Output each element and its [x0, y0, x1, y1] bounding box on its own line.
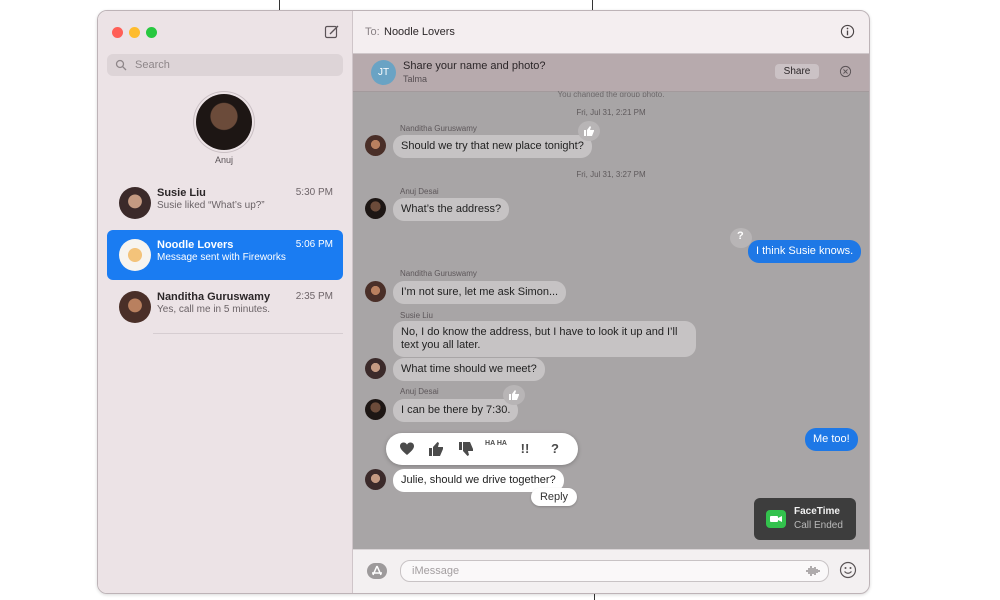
message-bubble[interactable]: I can be there by 7:30.: [393, 399, 519, 422]
avatar: [119, 239, 151, 271]
facetime-title: FaceTime: [794, 506, 840, 517]
message-input[interactable]: iMessage: [400, 560, 829, 582]
tapback-badge: [578, 121, 600, 141]
message-bubble[interactable]: Should we try that new place tonight?: [393, 135, 592, 158]
tapback-badge: [503, 385, 525, 405]
timestamp: Fri, Jul 31, 3:27 PM: [576, 170, 646, 179]
avatar: [365, 135, 386, 156]
question-icon: ?: [737, 230, 744, 242]
thumbs-down-icon[interactable]: [457, 440, 475, 458]
avatar: [365, 281, 386, 302]
avatar: [365, 469, 386, 490]
avatar: [119, 187, 151, 219]
emoji-icon[interactable]: [839, 561, 857, 579]
sender-name: Susie Liu: [400, 311, 433, 320]
search-field[interactable]: Search: [107, 54, 343, 76]
messages-window: Search Anuj Susie Liu 5:30 PM Susie like…: [97, 10, 870, 594]
audio-waveform-icon[interactable]: [806, 565, 820, 577]
video-camera-icon: [766, 510, 786, 528]
status-line: You changed the group photo.: [557, 90, 665, 97]
sidebar: Search Anuj Susie Liu 5:30 PM Susie like…: [98, 11, 353, 593]
conversation-item-nanditha-guruswamy[interactable]: Nanditha Guruswamy 2:35 PM Yes, call me …: [107, 282, 343, 332]
timestamp: Fri, Jul 31, 2:21 PM: [576, 108, 646, 117]
info-icon[interactable]: [840, 24, 855, 39]
exclamation-icon[interactable]: !!: [516, 440, 534, 458]
compose-icon[interactable]: [324, 24, 340, 40]
message-bubble[interactable]: What’s the address?: [393, 198, 510, 221]
pinned-contact-name: Anuj: [214, 155, 233, 165]
app-store-icon[interactable]: [367, 563, 387, 579]
message-bubble[interactable]: No, I do know the address, but I have to…: [393, 321, 696, 357]
minimize-window-button[interactable]: [129, 27, 140, 38]
search-icon: [115, 59, 127, 71]
message-bubble[interactable]: I think Susie knows.: [748, 240, 862, 263]
composer-bar: iMessage: [353, 549, 869, 593]
share-button[interactable]: Share: [775, 64, 819, 79]
message-input-placeholder: iMessage: [412, 565, 460, 577]
recipient-name[interactable]: Noodle Lovers: [384, 26, 455, 38]
list-divider: [153, 333, 343, 334]
thumbs-up-icon: [509, 390, 519, 400]
sender-name: Nanditha Guruswamy: [400, 124, 477, 133]
share-prompt: Share your name and photo?: [403, 60, 546, 72]
pinned-contact-avatar[interactable]: [196, 94, 252, 150]
facetime-status: Call Ended: [794, 520, 843, 531]
reply-button[interactable]: Reply: [531, 488, 577, 506]
thumbs-up-icon: [584, 126, 594, 136]
avatar: [119, 291, 151, 323]
thumbs-up-icon[interactable]: [427, 440, 445, 458]
facetime-notification[interactable]: FaceTime Call Ended: [754, 498, 856, 540]
avatar: [365, 399, 386, 420]
message-bubble[interactable]: I’m not sure, let me ask Simon...: [393, 281, 567, 304]
search-placeholder: Search: [135, 59, 170, 71]
sender-name: Nanditha Guruswamy: [400, 269, 477, 278]
close-icon[interactable]: [839, 65, 852, 78]
conversation-pane: To: Noodle Lovers JT Share your name and…: [353, 11, 869, 593]
conversation-preview: Susie liked “What’s up?”: [157, 200, 265, 211]
avatar: [365, 358, 386, 379]
conversation-time: 5:06 PM: [295, 239, 333, 250]
conversation-preview: Yes, call me in 5 minutes.: [157, 304, 271, 315]
message-bubble[interactable]: Me too!: [805, 428, 858, 451]
conversation-header: To: Noodle Lovers: [353, 11, 869, 54]
heart-icon[interactable]: [398, 440, 416, 458]
question-icon[interactable]: ?: [546, 440, 564, 458]
share-name-photo-banner: JT Share your name and photo? Talma Shar…: [353, 54, 869, 92]
conversation-item-noodle-lovers[interactable]: Noodle Lovers 5:06 PM Message sent with …: [107, 230, 343, 280]
avatar: JT: [371, 60, 396, 85]
to-label: To:: [365, 26, 380, 38]
share-name: Talma: [403, 74, 428, 84]
sender-name: Anuj Desai: [400, 187, 439, 196]
conversation-item-susie-liu[interactable]: Susie Liu 5:30 PM Susie liked “What’s up…: [107, 178, 343, 228]
message-bubble[interactable]: What time should we meet?: [393, 358, 545, 381]
close-window-button[interactable]: [112, 27, 123, 38]
conversation-time: 2:35 PM: [295, 291, 333, 302]
tapback-menu: HA HA !! ?: [386, 433, 578, 465]
conversation-time: 5:30 PM: [295, 187, 333, 198]
haha-icon[interactable]: HA HA: [485, 440, 507, 458]
sender-name: Anuj Desai: [400, 387, 439, 396]
conversation-name: Susie Liu: [157, 187, 206, 199]
conversation-preview: Message sent with Fireworks: [157, 252, 286, 263]
conversation-name: Noodle Lovers: [157, 239, 234, 251]
zoom-window-button[interactable]: [146, 27, 157, 38]
avatar: [365, 198, 386, 219]
conversation-name: Nanditha Guruswamy: [157, 291, 271, 303]
